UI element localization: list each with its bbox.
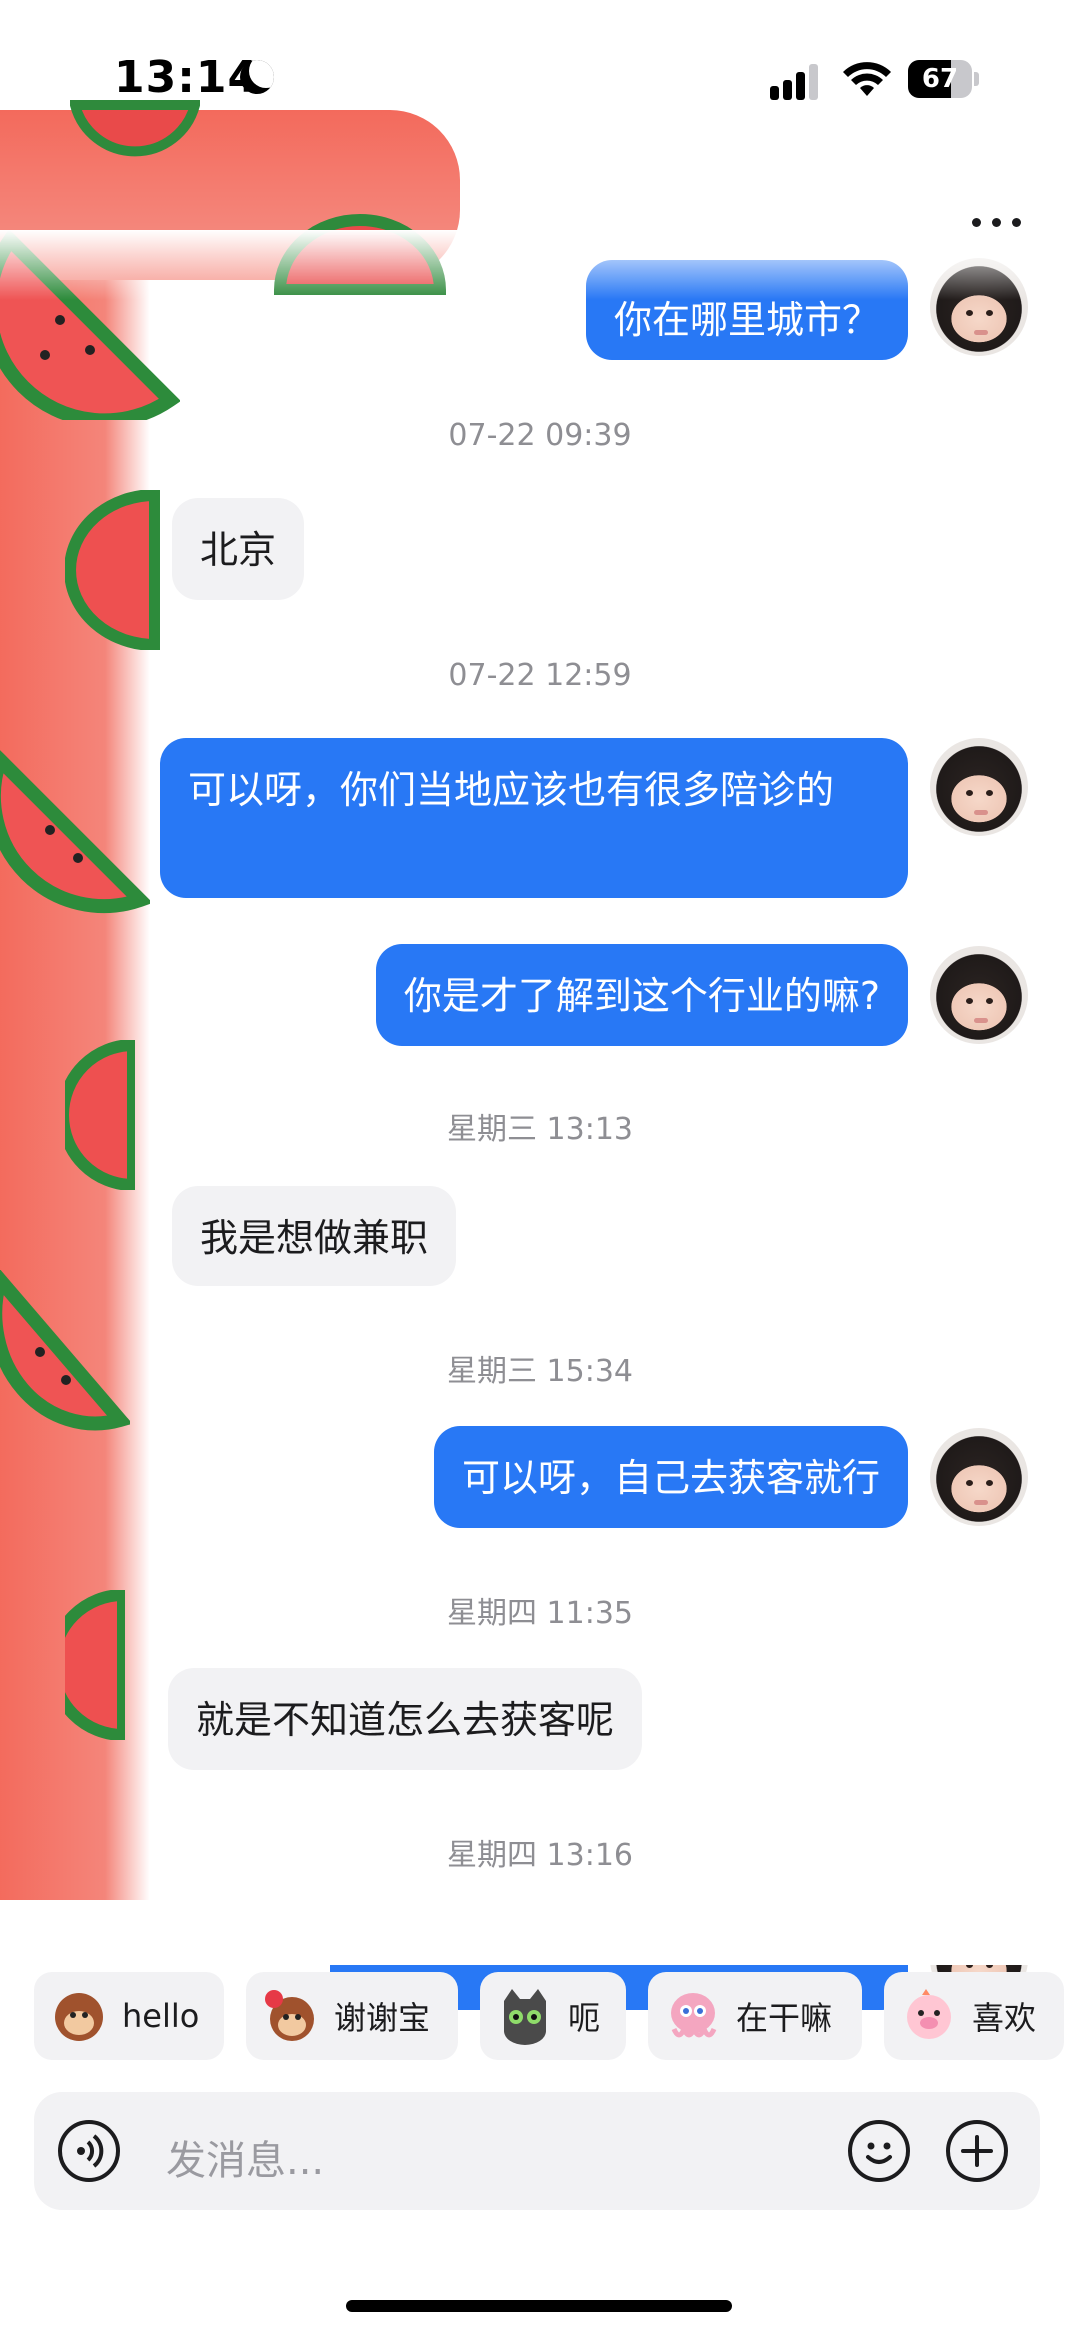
quick-reply-label: hello [122, 1997, 200, 2035]
message-bubble-incoming[interactable]: 就是不知道怎么去获客呢 [168, 1668, 643, 1770]
quick-reply-label: 喜欢 [972, 1999, 1037, 2037]
message-timestamp: 星期三 13:13 [447, 1112, 633, 1147]
message-timestamp: 07-22 09:39 [448, 418, 632, 453]
moon-icon [240, 60, 274, 94]
message-input[interactable]: 发消息... [166, 2128, 324, 2186]
message-bubble-outgoing[interactable]: 可以呀，你们当地应该也有很多陪诊的 [160, 738, 908, 898]
monkey-flower-sticker-icon [265, 1990, 314, 2041]
wifi-icon [843, 62, 891, 96]
plus-icon [961, 2135, 993, 2167]
message-composer: 发消息... [34, 2092, 1040, 2210]
battery-level-text: 67 [921, 64, 959, 94]
header-fade [0, 230, 1080, 300]
composer-background [0, 1905, 1080, 1965]
message-bubble-outgoing[interactable]: 你是才了解到这个行业的嘛? [375, 944, 908, 1046]
message-bubble-incoming[interactable]: 我是想做兼职 [172, 1186, 457, 1286]
message-timestamp: 星期四 11:35 [447, 1596, 633, 1631]
voice-wave-icon [77, 2134, 104, 2168]
message-timestamp: 星期四 13:16 [447, 1838, 633, 1873]
voice-input-button[interactable] [58, 2120, 120, 2182]
quick-reply-label: 呃 [568, 1999, 601, 2037]
avatar[interactable] [930, 1428, 1028, 1526]
quick-reply-what-doing[interactable]: 在干嘛 [648, 1972, 862, 2060]
message-bubble-incoming[interactable]: 北京 [172, 498, 305, 600]
quick-reply-like[interactable]: 喜欢 [884, 1972, 1064, 2060]
emoji-button[interactable] [848, 2120, 910, 2182]
quick-reply-thanks[interactable]: 谢谢宝 [246, 1972, 458, 2060]
octopus-sticker-icon [671, 1993, 717, 2038]
quick-reply-bar: hello 谢谢宝 呃 在干嘛 喜欢 [0, 1972, 1080, 2062]
avatar[interactable] [930, 738, 1028, 836]
quick-reply-hello[interactable]: hello [34, 1972, 224, 2060]
status-bar: 13:14 67 [0, 0, 1080, 150]
smiley-icon [866, 2142, 892, 2164]
message-timestamp: 07-22 12:59 [448, 658, 632, 693]
quick-reply-label: 在干嘛 [736, 1999, 833, 2037]
battery-icon: 67 [908, 60, 979, 98]
home-indicator[interactable] [346, 2300, 732, 2312]
signal-icon [770, 60, 826, 100]
status-time: 13:14 [114, 52, 260, 103]
message-bubble-outgoing[interactable]: 可以呀，自己去获客就行 [433, 1426, 908, 1528]
quick-reply-uh[interactable]: 呃 [480, 1972, 626, 2060]
quick-reply-label: 谢谢宝 [334, 1999, 431, 2037]
pig-sticker-icon [907, 1989, 951, 2039]
avatar[interactable] [930, 946, 1028, 1044]
message-timestamp: 星期三 15:34 [447, 1354, 633, 1389]
cat-sticker-icon [504, 1989, 546, 2045]
monkey-sticker-icon [55, 1993, 103, 2041]
more-actions-button[interactable] [946, 2120, 1008, 2182]
